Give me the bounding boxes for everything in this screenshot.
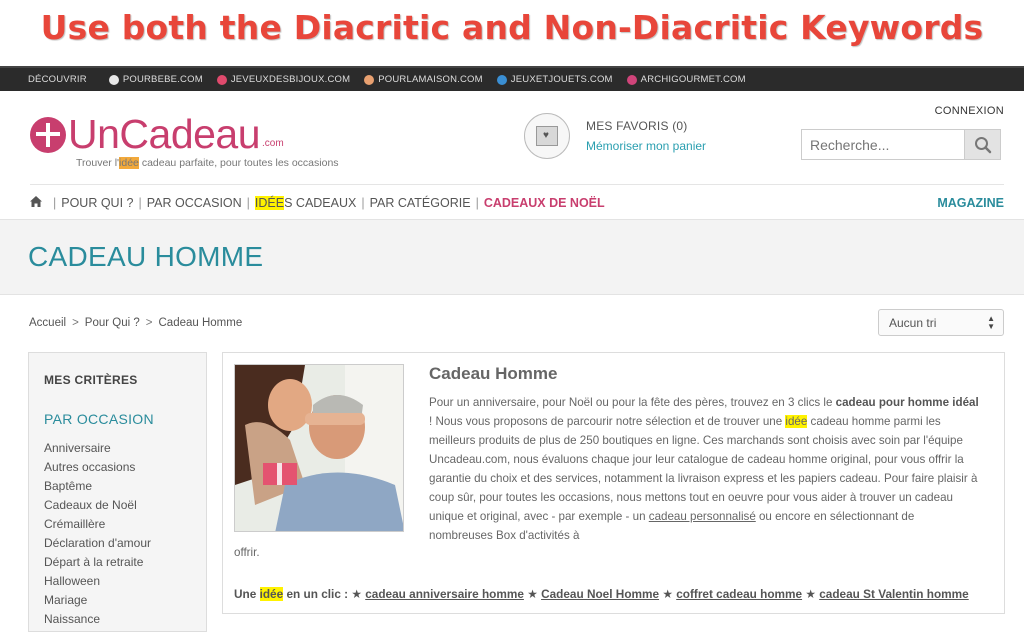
quick-link-noel[interactable]: Cadeau Noel Homme	[541, 587, 659, 601]
tagline: Trouver l'idée cadeau parfaite, pour tou…	[76, 157, 339, 169]
breadcrumb-row: Accueil > Pour Qui ? > Cadeau Homme Aucun tr…	[0, 295, 1024, 351]
banner-text: Use both the Diacritic and Non-Diacritic…	[40, 8, 984, 47]
nav-par-categorie[interactable]: PAR CATÉGORIE	[370, 196, 471, 210]
site-logo[interactable]: UnCadeau .com	[30, 111, 284, 158]
body-p2: ! Nous vous proposons de parcourir notre…	[429, 415, 786, 428]
quick-link-coffret[interactable]: coffret cadeau homme	[676, 587, 802, 601]
main-nav: | POUR QUI ? | PAR OCCASION | IDÉES CADE…	[30, 184, 1004, 220]
home-icon[interactable]	[30, 195, 42, 210]
breadcrumb: Accueil > Pour Qui ? > Cadeau Homme	[29, 317, 243, 329]
nav-idees-highlight: IDÉE	[254, 195, 285, 210]
topbar-link-label: JEVEUXDESBIJOUX.COM	[230, 74, 351, 85]
search-input[interactable]	[802, 130, 964, 159]
favorites-title: MES FAVORIS (0)	[586, 119, 688, 133]
breadcrumb-pour-qui[interactable]: Pour Qui ?	[85, 317, 140, 329]
personalized-gift-link[interactable]: cadeau personnalisé	[649, 510, 756, 523]
sidebar-subtitle: PAR OCCASION	[44, 411, 154, 427]
links-highlight: idée	[259, 587, 284, 601]
favorites-count: (0)	[672, 119, 688, 133]
tagline-after: cadeau parfaite, pour toutes les occasio…	[138, 157, 339, 169]
nav-magazine[interactable]: MAGAZINE	[937, 196, 1004, 210]
sidebar-item-depart-retraite[interactable]: Départ à la retraite	[44, 555, 206, 574]
network-topbar: DÉCOUVRIR POURBEBE.COM JEVEUXDESBIJOUX.C…	[0, 66, 1024, 91]
sidebar-item-mariage[interactable]: Mariage	[44, 593, 206, 612]
body-tail: offrir.	[234, 546, 260, 559]
sidebar-item-bapteme[interactable]: Baptême	[44, 479, 206, 498]
sidebar-item-autres-occasions[interactable]: Autres occasions	[44, 460, 206, 479]
gourmet-icon	[626, 74, 637, 85]
discover-label: DÉCOUVRIR	[28, 74, 87, 85]
topbar-link-label: POURBEBE.COM	[122, 74, 203, 85]
nav-cadeaux-de-noel[interactable]: CADEAUX DE NOËL	[484, 196, 605, 210]
content-title: Cadeau Homme	[429, 364, 558, 383]
select-arrows-icon: ▲ ▼	[987, 314, 995, 331]
baby-icon	[108, 74, 119, 85]
search-box	[801, 129, 1001, 160]
topbar-link-label: ARCHIGOURMET.COM	[640, 74, 746, 85]
jewel-icon	[216, 74, 227, 85]
page-title: CADEAU HOMME	[28, 241, 264, 272]
instruction-banner: Use both the Diacritic and Non-Diacritic…	[0, 0, 1024, 66]
topbar-link-pourlamaison[interactable]: POURLAMAISON.COM	[364, 74, 483, 85]
body-bold: cadeau pour homme idéal	[835, 396, 979, 409]
login-link[interactable]: CONNEXION	[935, 105, 1004, 117]
nav-idees-rest: S CADEAUX	[284, 195, 357, 210]
tagline-before: Trouver l'	[76, 157, 120, 169]
page-title-strip: CADEAU HOMME	[0, 219, 1024, 295]
search-icon	[974, 136, 991, 153]
sidebar-item-declaration-amour[interactable]: Déclaration d'amour	[44, 536, 206, 555]
nav-par-occasion[interactable]: PAR OCCASION	[147, 196, 242, 210]
topbar-link-label: POURLAMAISON.COM	[378, 74, 483, 85]
save-cart-link[interactable]: Mémoriser mon panier	[586, 139, 706, 153]
sidebar-item-naissance[interactable]: Naissance	[44, 612, 206, 631]
shopping-bag-icon: ♥	[524, 113, 570, 159]
sort-selected: Aucun tri	[889, 315, 937, 330]
gift-icon	[30, 116, 66, 153]
sidebar-title: MES CRITÈRES	[44, 373, 138, 387]
favorites-block[interactable]: ♥ MES FAVORIS (0) Mémoriser mon panier	[524, 113, 706, 159]
topbar-link-jeveuxdesbijoux[interactable]: JEVEUXDESBIJOUX.COM	[216, 74, 351, 85]
occasion-list: Anniversaire Autres occasions Baptême Ca…	[44, 441, 206, 631]
breadcrumb-current: Cadeau Homme	[158, 317, 243, 329]
content-body: Pour un anniversaire, pour Noël ou pour …	[429, 393, 981, 545]
tagline-highlight: idée	[119, 157, 139, 169]
quick-links: Une idée en un clic : ★ cadeau anniversa…	[234, 587, 969, 601]
search-button[interactable]	[964, 130, 1000, 159]
body-highlight: idée	[785, 415, 808, 428]
sidebar-item-anniversaire[interactable]: Anniversaire	[44, 441, 206, 460]
nav-idees-cadeaux[interactable]: IDÉES CADEAUX	[254, 195, 357, 210]
topbar-link-label: JEUXETJOUETS.COM	[510, 74, 613, 85]
logo-suffix: .com	[262, 138, 284, 149]
links-prefix-2: en un clic :	[283, 587, 352, 601]
sort-select[interactable]: Aucun tri ▲ ▼	[878, 309, 1004, 336]
quick-link-st-valentin[interactable]: cadeau St Valentin homme	[819, 587, 968, 601]
nav-pour-qui[interactable]: POUR QUI ?	[61, 196, 133, 210]
filter-sidebar: MES CRITÈRES PAR OCCASION Anniversaire A…	[28, 352, 207, 632]
breadcrumb-home[interactable]: Accueil	[29, 317, 66, 329]
sidebar-item-cremaillere[interactable]: Crémaillère	[44, 517, 206, 536]
topbar-link-archigourmet[interactable]: ARCHIGOURMET.COM	[626, 74, 746, 85]
category-photo	[234, 364, 404, 532]
logo-name: UnCadeau	[68, 111, 261, 157]
quick-link-anniversaire[interactable]: cadeau anniversaire homme	[365, 587, 524, 601]
body-p1: Pour un anniversaire, pour Noël ou pour …	[429, 396, 836, 409]
topbar-link-pourbebe[interactable]: POURBEBE.COM	[108, 74, 203, 85]
house-icon	[364, 74, 375, 85]
site-header: CONNEXION UnCadeau .com Trouver l'idée c…	[0, 91, 1024, 219]
category-description: Cadeau Homme Pour un anniversaire, pour …	[222, 352, 1005, 614]
sidebar-item-halloween[interactable]: Halloween	[44, 574, 206, 593]
links-prefix: Une	[234, 587, 260, 601]
toy-icon	[496, 74, 507, 85]
sidebar-item-cadeaux-de-noel[interactable]: Cadeaux de Noël	[44, 498, 206, 517]
topbar-link-jeuxetjouets[interactable]: JEUXETJOUETS.COM	[496, 74, 613, 85]
body-p3: cadeau homme parmi les meilleurs produit…	[429, 415, 978, 523]
